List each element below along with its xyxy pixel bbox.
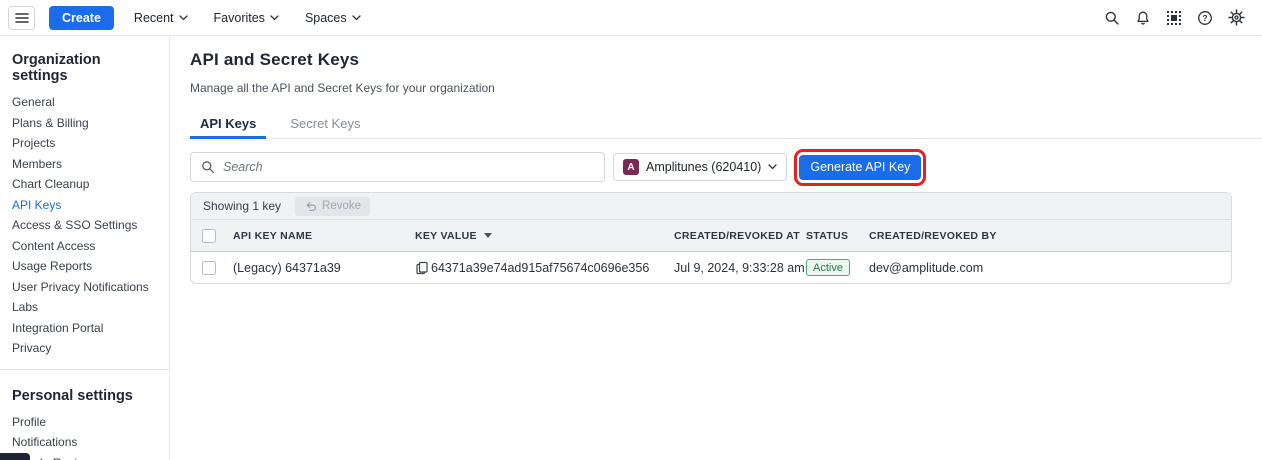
sidebar-item-general[interactable]: General (0, 92, 169, 113)
sidebar-item-api-keys[interactable]: API Keys (0, 195, 169, 216)
revoke-label: Revoke (322, 200, 361, 212)
select-all-checkbox[interactable] (202, 229, 216, 243)
search-box[interactable] (190, 152, 605, 182)
sidebar-item-profile[interactable]: Profile (0, 412, 169, 433)
search-button[interactable] (1100, 6, 1124, 30)
api-keys-table: Showing 1 key Revoke API KEY NAME KEY VA… (190, 192, 1232, 284)
hamburger-menu-button[interactable] (8, 6, 35, 30)
chevron-down-icon (179, 15, 188, 21)
menu-favorites[interactable]: Favorites (208, 7, 285, 29)
sidebar-item-projects[interactable]: Projects (0, 133, 169, 154)
page-subtitle: Manage all the API and Secret Keys for y… (190, 81, 1232, 95)
generate-api-key-button[interactable]: Generate API Key (799, 155, 921, 180)
table-summary: Showing 1 key (203, 199, 281, 213)
svg-text:?: ? (1202, 13, 1207, 23)
hamburger-menu-icon (15, 12, 29, 24)
help-button[interactable]: ? (1193, 6, 1217, 30)
sidebar-item-labs[interactable]: Labs (0, 297, 169, 318)
row-checkbox[interactable] (202, 261, 216, 275)
org-avatar: A (623, 159, 639, 175)
column-header-key-value-label: KEY VALUE (415, 230, 477, 242)
sidebar-item-content-access[interactable]: Content Access (0, 236, 169, 257)
sidebar-item-chart-cleanup[interactable]: Chart Cleanup (0, 174, 169, 195)
column-header-key-value[interactable]: KEY VALUE (415, 230, 674, 242)
org-selector-label: Amplitunes (620410) (646, 160, 761, 174)
menu-recent-label: Recent (134, 11, 174, 25)
sidebar-divider (0, 369, 169, 370)
tab-api-keys[interactable]: API Keys (190, 112, 266, 138)
api-key-name-cell: (Legacy) 64371a39 (233, 261, 415, 275)
table-header-row: API KEY NAME KEY VALUE CREATED/REVOKED A… (191, 220, 1231, 252)
chevron-down-icon (270, 15, 279, 21)
sidebar-item-privacy[interactable]: Privacy (0, 338, 169, 359)
api-key-table-row: (Legacy) 64371a39 64371a39e74ad915af7567… (191, 252, 1231, 283)
menu-favorites-label: Favorites (214, 11, 265, 25)
table-toolbar: Showing 1 key Revoke (191, 193, 1231, 220)
generate-api-key-wrap: Generate API Key (799, 155, 921, 180)
notifications-bell-icon (1135, 10, 1151, 26)
menu-recent[interactable]: Recent (128, 7, 194, 29)
column-header-status[interactable]: STATUS (806, 230, 869, 242)
revoke-undo-icon (304, 201, 317, 212)
column-header-created-revoked-at[interactable]: CREATED/REVOKED AT (674, 230, 806, 242)
search-icon (201, 160, 215, 174)
keys-toolbar: A Amplitunes (620410) Generate API Key (190, 152, 1232, 182)
sidebar-section-personal-settings: Personal settings (0, 384, 169, 412)
settings-sidebar: Organization settings General Plans & Bi… (0, 36, 170, 460)
create-button[interactable]: Create (49, 6, 114, 30)
api-key-value-text: 64371a39e74ad915af75674c0696e356 (431, 261, 649, 275)
top-navbar: Create Recent Favorites Spaces (0, 0, 1262, 36)
sidebar-item-user-privacy-notifications[interactable]: User Privacy Notifications (0, 277, 169, 298)
search-icon (1104, 10, 1120, 26)
search-input[interactable] (223, 160, 594, 174)
qr-code-button[interactable] (1162, 6, 1186, 30)
created-by-cell: dev@amplitude.com (869, 261, 1231, 275)
sidebar-item-integration-portal[interactable]: Integration Portal (0, 318, 169, 339)
sidebar-item-members[interactable]: Members (0, 154, 169, 175)
sidebar-section-organization-settings: Organization settings (0, 48, 169, 92)
chevron-down-icon (768, 164, 777, 170)
sidebar-item-access-sso-settings[interactable]: Access & SSO Settings (0, 215, 169, 236)
settings-button[interactable] (1224, 6, 1248, 30)
topbar-left: Create Recent Favorites Spaces (8, 6, 367, 30)
app-window: Create Recent Favorites Spaces (0, 0, 1262, 460)
row-checkbox-cell (191, 261, 233, 275)
main-content: API and Secret Keys Manage all the API a… (170, 36, 1262, 460)
help-icon: ? (1197, 10, 1213, 26)
chevron-down-icon (352, 15, 361, 21)
page-title: API and Secret Keys (190, 50, 1232, 70)
created-at-cell: Jul 9, 2024, 9:33:28 am (674, 261, 806, 275)
header-checkbox-cell (191, 229, 233, 243)
topbar-right: ? (1100, 6, 1248, 30)
tab-bar: API Keys Secret Keys (190, 112, 1262, 139)
sidebar-item-usage-reports[interactable]: Usage Reports (0, 256, 169, 277)
revoke-button[interactable]: Revoke (295, 197, 370, 216)
menu-spaces[interactable]: Spaces (299, 7, 367, 29)
api-key-value-cell: 64371a39e74ad915af75674c0696e356 (415, 261, 674, 275)
org-selector-dropdown[interactable]: A Amplitunes (620410) (613, 153, 787, 181)
column-header-api-key-name[interactable]: API KEY NAME (233, 230, 415, 242)
notifications-button[interactable] (1131, 6, 1155, 30)
status-cell: Active (806, 259, 869, 276)
qr-code-icon (1166, 10, 1182, 26)
sidebar-item-notifications[interactable]: Notifications (0, 432, 169, 453)
sidebar-item-plans-billing[interactable]: Plans & Billing (0, 113, 169, 134)
corner-widget[interactable] (0, 453, 30, 460)
copy-icon[interactable] (415, 261, 429, 275)
column-header-created-revoked-by[interactable]: CREATED/REVOKED BY (869, 230, 1231, 242)
tab-secret-keys[interactable]: Secret Keys (280, 112, 370, 138)
settings-gear-icon (1228, 9, 1245, 26)
menu-spaces-label: Spaces (305, 11, 347, 25)
status-badge: Active (806, 259, 850, 276)
sort-caret-icon (484, 233, 492, 238)
organization-settings-nav: General Plans & Billing Projects Members… (0, 92, 169, 359)
